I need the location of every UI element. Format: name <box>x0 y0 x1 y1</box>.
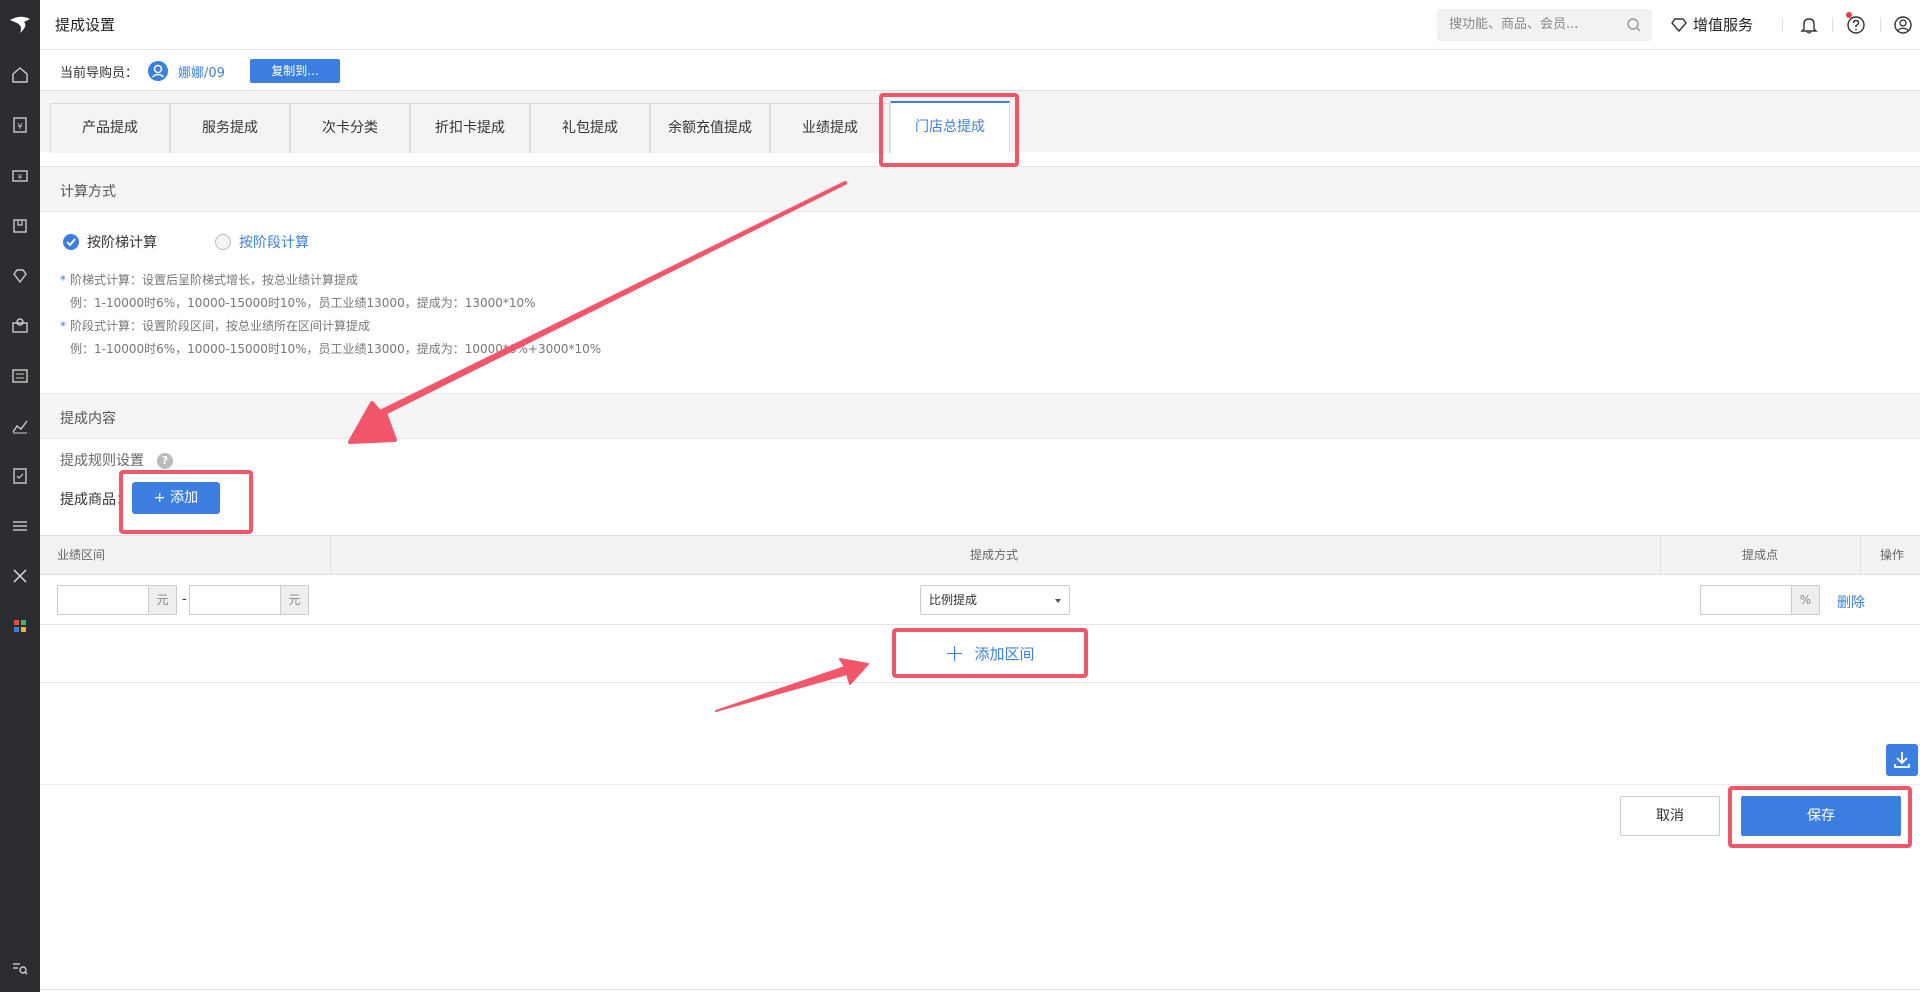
tab-performance-commission[interactable]: 业绩提成 <box>770 103 890 153</box>
annotation-box-add <box>119 470 253 534</box>
svg-text:¥: ¥ <box>18 173 23 181</box>
guide-label: 当前导购员： <box>60 66 139 81</box>
value-added-service-label: 增值服务 <box>1693 16 1754 34</box>
note-ladder-desc: * 阶梯式计算：设置后呈阶梯式增长，按总业绩计算提成 <box>60 273 359 287</box>
th-method: 提成方式 <box>970 548 1019 562</box>
tab-product-commission[interactable]: 产品提成 <box>50 103 170 153</box>
user-icon[interactable] <box>1892 14 1914 36</box>
divider <box>40 682 1920 683</box>
download-button[interactable] <box>1886 744 1918 776</box>
search-placeholder: 搜功能、商品、会员... <box>1449 17 1579 32</box>
unit-percent: % <box>1791 586 1819 614</box>
column-divider <box>1660 536 1661 575</box>
commission-point-input[interactable]: % <box>1700 585 1820 615</box>
diamond-icon <box>1671 17 1687 32</box>
page-title: 提成设置 <box>55 16 116 34</box>
radio-checked-icon <box>63 234 79 250</box>
chevron-down-icon <box>1055 599 1061 603</box>
unit-yuan: 元 <box>280 586 308 614</box>
unit-yuan: 元 <box>148 586 176 614</box>
tab-discount-card-commission[interactable]: 折扣卡提成 <box>410 103 530 153</box>
th-action: 操作 <box>1880 548 1905 562</box>
radio-ladder[interactable]: 按阶梯计算 <box>63 232 157 252</box>
radio-stage-label: 按阶段计算 <box>239 235 309 251</box>
help-icon[interactable] <box>1845 14 1867 36</box>
calc-section-header: 计算方式 <box>40 166 1920 212</box>
th-range: 业绩区间 <box>57 548 106 562</box>
annotation-box-save <box>1728 786 1912 848</box>
table-row: 元 - 元 比例提成 % 删除 <box>40 575 1920 625</box>
range-from-input[interactable]: 元 <box>57 585 177 615</box>
divider <box>40 989 1920 990</box>
report-icon[interactable] <box>10 466 30 486</box>
note-stage-desc: * 阶段式计算：设置阶段区间，按总业绩所在区间计算提成 <box>60 319 371 333</box>
radio-stage[interactable]: 按阶段计算 <box>215 232 309 252</box>
th-point: 提成点 <box>1742 548 1779 562</box>
guide-name[interactable]: 娜娜/09 <box>178 62 225 81</box>
commission-method-select[interactable]: 比例提成 <box>920 585 1070 615</box>
range-separator: - <box>182 592 187 607</box>
avatar-icon <box>148 61 168 81</box>
annotation-box-add-range <box>892 628 1088 678</box>
home-icon[interactable] <box>10 65 30 85</box>
diamond-icon[interactable] <box>10 266 30 286</box>
svg-text:¥: ¥ <box>17 122 22 131</box>
tab-service-commission[interactable]: 服务提成 <box>170 103 290 153</box>
top-header: 提成设置 搜功能、商品、会员... 增值服务 <box>40 0 1920 50</box>
chart-icon[interactable] <box>10 416 30 436</box>
value-added-service-button[interactable]: 增值服务 <box>1670 14 1753 35</box>
column-divider <box>330 536 331 575</box>
content-section-header: 提成内容 <box>40 393 1920 439</box>
content-section-title: 提成内容 <box>60 411 116 427</box>
radio-unchecked-icon <box>215 234 231 250</box>
download-icon <box>1894 752 1910 768</box>
search-input[interactable]: 搜功能、商品、会员... <box>1437 9 1652 41</box>
app-root: ¥ ¥ 提成设置 搜功能、商品、会员... 增值服务 当前导购员： 娜娜/09 … <box>0 0 1920 992</box>
note-ladder-example: 例：1-10000时6%，10000-15000时10%，员工业绩13000，提… <box>70 296 536 310</box>
divider <box>1832 18 1833 32</box>
annotation-box-tab <box>879 93 1019 167</box>
contact-card-icon[interactable] <box>10 366 30 386</box>
table-header: 业绩区间 提成方式 提成点 操作 <box>40 535 1920 575</box>
guide-row: 当前导购员： 娜娜/09 复制到... <box>40 50 1920 90</box>
divider <box>40 784 1920 785</box>
question-icon[interactable]: ? <box>157 453 173 469</box>
logo-icon[interactable] <box>7 12 33 36</box>
note-stage-example: 例：1-10000时6%，10000-15000时10%，员工业绩13000，提… <box>70 342 602 356</box>
select-value: 比例提成 <box>929 593 978 607</box>
divider <box>1880 18 1881 32</box>
cashier-icon[interactable]: ¥ <box>10 115 30 135</box>
sliders-icon[interactable] <box>10 516 30 536</box>
apps-icon[interactable] <box>10 616 30 636</box>
tab-gift-package-commission[interactable]: 礼包提成 <box>530 103 650 153</box>
calc-section-title: 计算方式 <box>60 184 116 200</box>
annotation-arrow-small <box>715 658 869 712</box>
tools-icon[interactable] <box>10 566 30 586</box>
rule-settings-label: 提成规则设置 <box>60 453 144 469</box>
cancel-button[interactable]: 取消 <box>1620 796 1720 836</box>
delete-row-link[interactable]: 删除 <box>1837 592 1865 612</box>
column-divider <box>1860 536 1861 575</box>
bell-icon[interactable] <box>1798 14 1820 36</box>
search-icon[interactable] <box>1626 17 1642 33</box>
staff-icon[interactable] <box>10 316 30 336</box>
card-icon[interactable]: ¥ <box>10 166 30 186</box>
radio-ladder-label: 按阶梯计算 <box>87 235 157 251</box>
product-icon[interactable] <box>10 216 30 236</box>
copy-to-button[interactable]: 复制到... <box>250 59 340 83</box>
tab-times-card-category[interactable]: 次卡分类 <box>290 103 410 153</box>
divider <box>1782 18 1783 32</box>
sidebar: ¥ ¥ <box>0 0 40 992</box>
search-menu-icon[interactable] <box>10 958 30 978</box>
range-to-input[interactable]: 元 <box>189 585 309 615</box>
tab-balance-recharge-commission[interactable]: 余额充值提成 <box>650 103 770 153</box>
